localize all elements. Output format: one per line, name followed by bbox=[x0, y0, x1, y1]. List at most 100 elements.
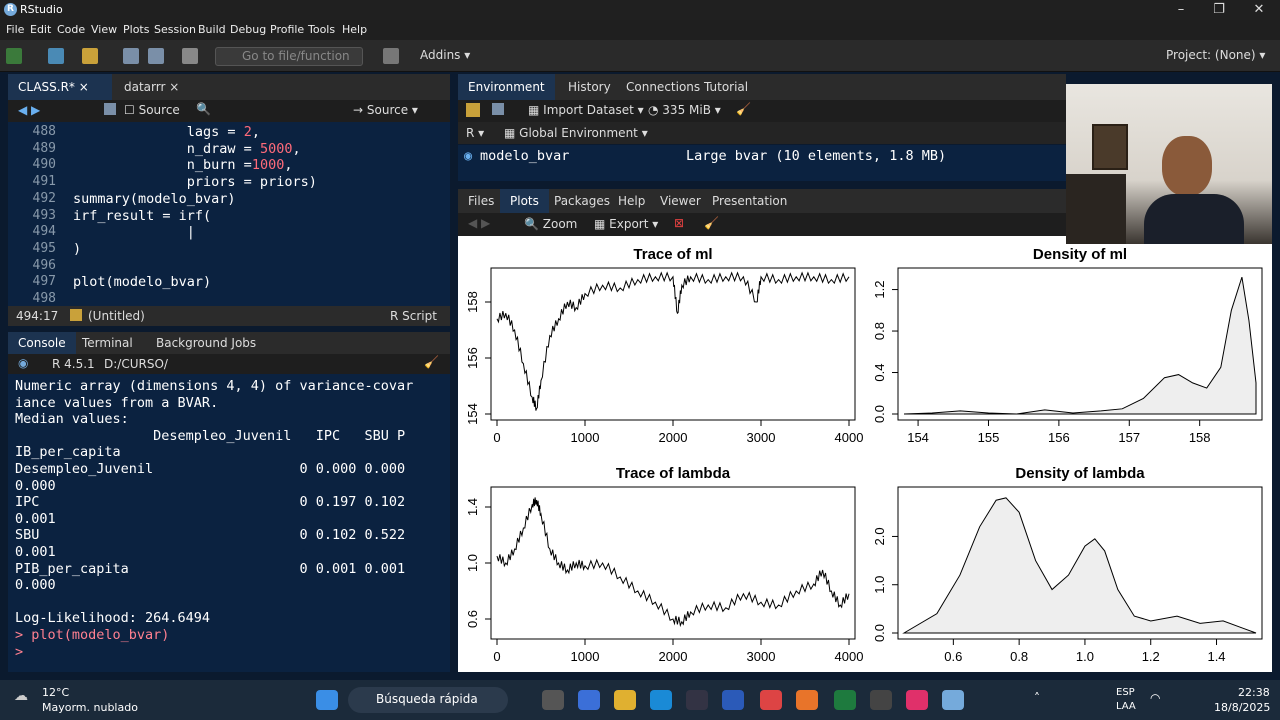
menu-item[interactable]: View bbox=[91, 23, 117, 36]
clock-date[interactable]: 18/8/2025 bbox=[1214, 701, 1270, 714]
menu-item[interactable]: Plots bbox=[123, 23, 149, 36]
source-on-save-toggle[interactable]: ☐ Source bbox=[124, 103, 180, 117]
console-tab[interactable]: Console bbox=[8, 332, 76, 354]
console-tab[interactable]: Background Jobs bbox=[146, 332, 266, 354]
files-tab[interactable]: Help bbox=[608, 189, 655, 213]
y-tick-label: 154 bbox=[465, 403, 480, 425]
environment-selector[interactable]: ▦ Global Environment ▾ bbox=[504, 126, 648, 140]
env-tab[interactable]: Tutorial bbox=[694, 74, 758, 100]
console-prompt[interactable]: > bbox=[15, 644, 31, 660]
lang-top[interactable]: ESP bbox=[1116, 687, 1135, 698]
goto-file-input[interactable]: Go to file/function bbox=[215, 47, 363, 66]
import-label: Import Dataset bbox=[543, 103, 634, 117]
save-file-icon[interactable] bbox=[104, 103, 116, 115]
env-object-row[interactable]: ◉ modelo_bvar Large bvar (10 elements, 1… bbox=[458, 145, 1066, 181]
y-tick-label: 0.0 bbox=[872, 405, 887, 423]
clear-plots-icon[interactable]: 🧹 bbox=[704, 216, 719, 230]
code-editor[interactable]: 488 lags = 2, 489 n_draw = 5000, 490 n_bur… bbox=[8, 122, 450, 306]
language-label: R bbox=[466, 126, 475, 140]
excel-icon[interactable] bbox=[834, 690, 856, 710]
menu-item[interactable]: Tools bbox=[308, 23, 335, 36]
save-workspace-icon[interactable] bbox=[492, 103, 504, 115]
load-workspace-icon[interactable] bbox=[466, 103, 480, 117]
windows-start-icon[interactable] bbox=[316, 690, 338, 710]
task-view-icon[interactable] bbox=[542, 690, 564, 710]
source-button[interactable]: → Source ▾ bbox=[353, 103, 418, 117]
line-number: 494 bbox=[32, 224, 56, 240]
open-folder-icon[interactable] bbox=[82, 48, 98, 64]
clear-env-icon[interactable]: 🧹 bbox=[736, 102, 751, 116]
menu-item[interactable]: Build bbox=[198, 23, 226, 36]
layout-icon[interactable] bbox=[383, 48, 399, 64]
language-selector[interactable]: R ▾ bbox=[466, 126, 484, 140]
print-icon[interactable] bbox=[182, 48, 198, 64]
console-tab[interactable]: Terminal bbox=[72, 332, 143, 354]
menu-item[interactable]: Help bbox=[342, 23, 367, 36]
tab-datarrr[interactable]: datarrr × bbox=[114, 74, 210, 100]
line-number: 490 bbox=[32, 157, 56, 173]
env-tab[interactable]: History bbox=[558, 74, 621, 100]
firefox-icon[interactable] bbox=[796, 690, 818, 710]
x-tick-label: 3000 bbox=[747, 430, 776, 445]
console-line: Log-Likelihood: 264.6494 bbox=[15, 610, 211, 627]
console-output[interactable]: Numeric array (dimensions 4, 4) of varia… bbox=[8, 374, 450, 672]
working-dir[interactable]: D:/CURSO/ bbox=[104, 357, 168, 371]
files-tab[interactable]: Plots bbox=[500, 189, 549, 213]
chart-3: Density of lambda 0.6 0.8 1.0 1.2 1.4 0.0 1.0 2.… bbox=[872, 465, 1263, 664]
back-arrow-icon[interactable]: ◀ ▶ bbox=[18, 103, 40, 117]
weather-text: Mayorm. nublado bbox=[42, 701, 138, 714]
rstudio-taskbar-icon[interactable] bbox=[942, 690, 964, 710]
zoom-button[interactable]: 🔍 Zoom bbox=[524, 217, 577, 231]
menu-item[interactable]: Debug bbox=[230, 23, 266, 36]
minimize-button[interactable]: – bbox=[1162, 0, 1200, 20]
menu-item[interactable]: Code bbox=[57, 23, 85, 36]
files-tab[interactable]: Presentation bbox=[702, 189, 797, 213]
import-dataset-button[interactable]: ▦ Import Dataset ▾ bbox=[528, 103, 644, 117]
menu-item[interactable]: Session bbox=[154, 23, 196, 36]
x-tick-label: 0.6 bbox=[944, 649, 962, 664]
search-icon[interactable]: 🔍 bbox=[196, 102, 211, 116]
tiktok-icon[interactable] bbox=[906, 690, 928, 710]
new-file-icon[interactable] bbox=[6, 48, 22, 64]
maximize-button[interactable]: ❐ bbox=[1200, 0, 1238, 20]
project-menu[interactable]: Project: (None) ▾ bbox=[1166, 48, 1265, 62]
scope-selector[interactable]: (Untitled) bbox=[88, 309, 145, 323]
tab-class-r[interactable]: CLASS.R* × bbox=[8, 74, 112, 100]
line-number: 491 bbox=[32, 174, 56, 190]
menu-item[interactable]: File bbox=[6, 23, 24, 36]
person-shirt bbox=[1144, 194, 1244, 244]
env-tab[interactable]: Environment bbox=[458, 74, 555, 100]
lang-bottom[interactable]: LAA bbox=[1116, 701, 1136, 712]
tray-arrow-icon[interactable]: ˄ bbox=[1034, 691, 1040, 705]
file-explorer-icon[interactable] bbox=[614, 690, 636, 710]
menu-item[interactable]: Profile bbox=[270, 23, 304, 36]
env-scope-bar: R ▾ ▦ Global Environment ▾ bbox=[458, 122, 1066, 144]
menu-item[interactable]: Edit bbox=[30, 23, 51, 36]
export-button[interactable]: ▦ Export ▾ bbox=[594, 217, 658, 231]
wifi-icon[interactable]: ◠ bbox=[1150, 691, 1160, 705]
save-icon[interactable] bbox=[123, 48, 139, 64]
addins-menu[interactable]: Addins ▾ bbox=[420, 48, 470, 62]
editor-toolbar: ◀ ▶ ☐ Source 🔍 → Source ▾ bbox=[8, 100, 450, 122]
memory-usage[interactable]: ◔ 335 MiB ▾ bbox=[648, 103, 721, 117]
r-version[interactable]: R 4.5.1 bbox=[52, 357, 95, 371]
expand-icon[interactable]: ◉ bbox=[464, 148, 472, 164]
file-type-selector[interactable]: R Script bbox=[390, 309, 437, 323]
clear-console-icon[interactable]: 🧹 bbox=[424, 355, 439, 369]
app-icon[interactable] bbox=[870, 690, 892, 710]
save-all-icon[interactable] bbox=[148, 48, 164, 64]
files-tab[interactable]: Files bbox=[458, 189, 504, 213]
search-box[interactable]: Búsqueda rápida bbox=[348, 687, 508, 713]
store-icon[interactable] bbox=[686, 690, 708, 710]
clock-time[interactable]: 22:38 bbox=[1238, 686, 1270, 699]
new-project-icon[interactable] bbox=[48, 48, 64, 64]
copilot-icon[interactable] bbox=[578, 690, 600, 710]
prev-plot-arrow-icon[interactable]: ◀ ▶ bbox=[468, 216, 490, 230]
remove-plot-icon[interactable]: ⊠ bbox=[674, 216, 684, 230]
x-tick-label: 1.4 bbox=[1207, 649, 1225, 664]
memory-label: 335 MiB bbox=[662, 103, 711, 117]
word-icon[interactable] bbox=[722, 690, 744, 710]
close-button[interactable]: ✕ bbox=[1240, 0, 1278, 20]
edge-icon[interactable] bbox=[650, 690, 672, 710]
chrome-icon[interactable] bbox=[760, 690, 782, 710]
